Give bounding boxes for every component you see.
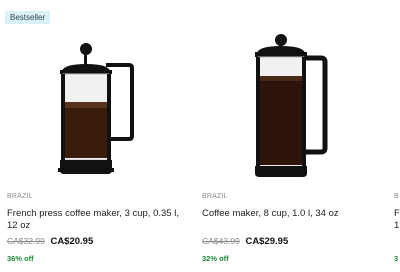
product-brand: B — [394, 193, 399, 200]
bestseller-badge: Bestseller — [5, 11, 51, 24]
product-brand: BRAZIL — [7, 193, 33, 200]
product-image[interactable] — [0, 28, 190, 178]
product-card[interactable]: Bestseller BRAZIL French press coffee ma… — [0, 0, 190, 272]
sale-price: CA$29.95 — [245, 236, 289, 247]
discount-label: 3 — [394, 254, 399, 263]
price-row: CA$32.99 CA$20.95 — [7, 236, 93, 247]
product-card-partial[interactable]: B F 1 3 — [392, 0, 400, 272]
french-press-icon — [58, 43, 134, 174]
product-title-link[interactable]: F 1 — [394, 208, 400, 232]
product-image[interactable] — [196, 28, 386, 178]
original-price: CA$43.99 — [202, 236, 240, 246]
product-card[interactable]: BRAZIL Coffee maker, 8 cup, 1.0 l, 34 oz… — [196, 0, 386, 272]
product-title-link[interactable]: French press coffee maker, 3 cup, 0.35 l… — [7, 208, 187, 232]
french-press-icon — [255, 34, 328, 177]
original-price: CA$32.99 — [7, 236, 45, 246]
product-brand: BRAZIL — [202, 193, 228, 200]
discount-label: 36% off — [7, 254, 34, 263]
sale-price: CA$20.95 — [50, 236, 94, 247]
product-title-link[interactable]: Coffee maker, 8 cup, 1.0 l, 34 oz — [202, 208, 382, 220]
discount-label: 32% off — [202, 254, 229, 263]
price-row: CA$43.99 CA$29.95 — [202, 236, 288, 247]
